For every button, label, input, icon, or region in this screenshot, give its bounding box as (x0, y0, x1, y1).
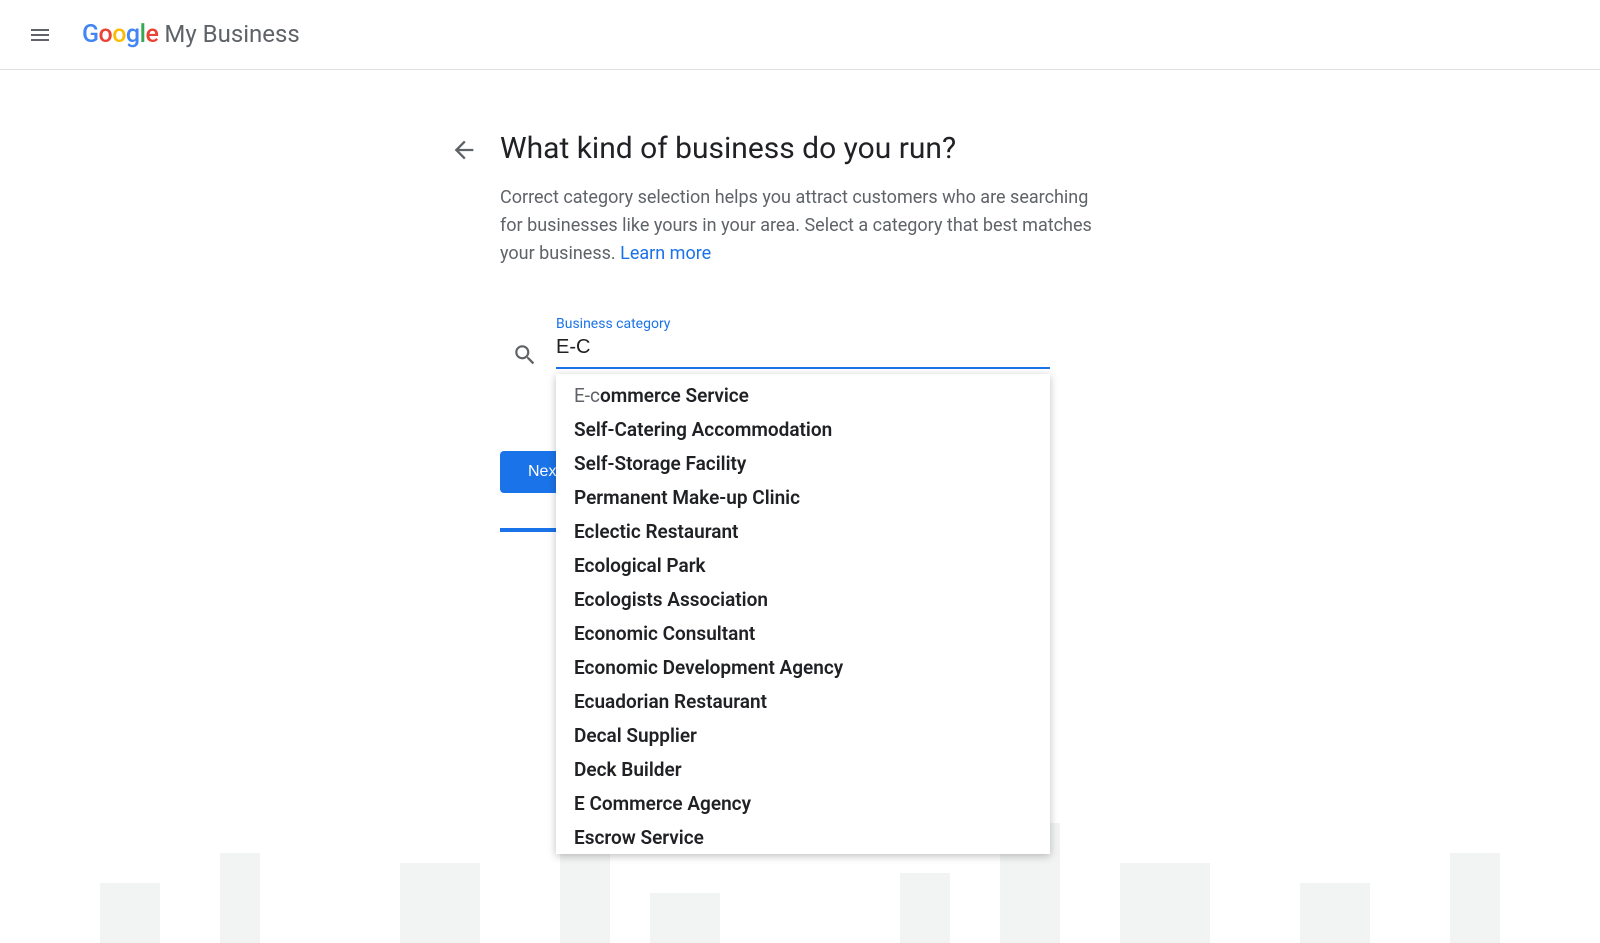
back-button[interactable] (450, 136, 478, 168)
google-logo: Google (82, 20, 158, 49)
learn-more-link[interactable]: Learn more (620, 243, 711, 264)
autocomplete-option[interactable]: Ecological Park (556, 549, 1050, 583)
menu-icon[interactable] (18, 13, 62, 57)
option-rest: ommerce Service (600, 384, 749, 407)
logo: Google My Business (82, 20, 300, 49)
autocomplete-option[interactable]: E-commerce Service (556, 374, 1050, 413)
main-content: What kind of business do you run? Correc… (0, 70, 1600, 369)
search-icon (512, 342, 538, 372)
autocomplete-option[interactable]: Permanent Make-up Clinic (556, 481, 1050, 515)
autocomplete-option[interactable]: Ecologists Association (556, 583, 1050, 617)
page-title: What kind of business do you run? (500, 130, 1100, 168)
match-prefix: E-c (574, 384, 600, 407)
autocomplete-option[interactable]: Escrow Service (556, 821, 1050, 854)
field-label: Business category (556, 316, 670, 332)
autocomplete-option[interactable]: Economic Development Agency (556, 651, 1050, 685)
arrow-left-icon (450, 136, 478, 164)
subtitle-text: Correct category selection helps you att… (500, 187, 1092, 264)
page-subtitle: Correct category selection helps you att… (500, 184, 1100, 268)
autocomplete-dropdown: E-commerce Service Self-Catering Accommo… (556, 374, 1050, 854)
autocomplete-option[interactable]: E Commerce Agency (556, 787, 1050, 821)
autocomplete-option[interactable]: Deck Builder (556, 753, 1050, 787)
autocomplete-option[interactable]: Decal Supplier (556, 719, 1050, 753)
category-field: Business category Next E-commerce Servic… (500, 316, 1100, 369)
product-name: My Business (164, 20, 299, 48)
autocomplete-option[interactable]: Ecuadorian Restaurant (556, 685, 1050, 719)
setup-panel: What kind of business do you run? Correc… (500, 130, 1100, 369)
app-header: Google My Business (0, 0, 1600, 70)
autocomplete-option[interactable]: Self-Storage Facility (556, 447, 1050, 481)
autocomplete-option[interactable]: Economic Consultant (556, 617, 1050, 651)
autocomplete-option[interactable]: Self-Catering Accommodation (556, 413, 1050, 447)
autocomplete-option[interactable]: Eclectic Restaurant (556, 515, 1050, 549)
